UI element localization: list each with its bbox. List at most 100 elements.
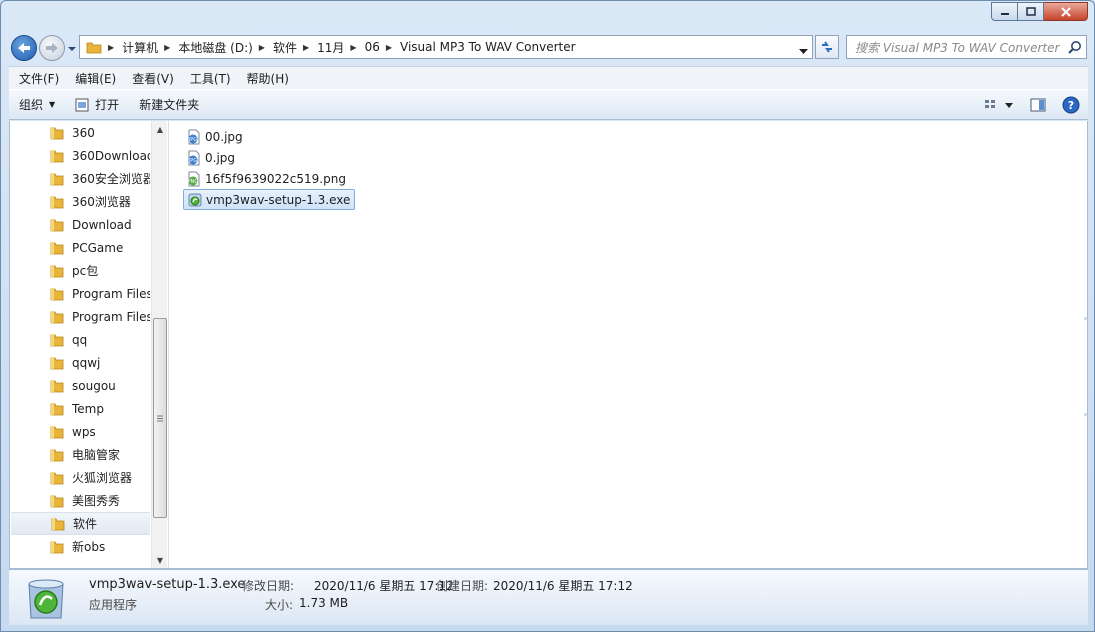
tree-item[interactable]: 360Download (10, 144, 150, 167)
tree-item[interactable]: Program Files (10, 305, 150, 328)
tree-item-label: 美图秀秀 (72, 494, 121, 508)
folder-icon (50, 241, 64, 255)
menu-tools[interactable]: 工具(T) (182, 67, 239, 89)
file-item[interactable]: PNG 16f5f9639022c519.png (183, 168, 350, 189)
details-modified-value: 2020/11/6 星期五 17:12 (314, 579, 454, 593)
caption-buttons (991, 2, 1088, 21)
tree-item[interactable]: 360 (10, 121, 150, 144)
tree-item[interactable]: 360安全浏览器 (10, 167, 150, 190)
explorer-window: ▶ 计算机 ▶ 本地磁盘 (D:) ▶ 软件 ▶ 11月 ▶ 06 ▶ Visu… (0, 0, 1095, 632)
details-created-label: 创建日期: (436, 579, 489, 593)
breadcrumb-separator-icon[interactable]: ▶ (160, 43, 176, 52)
tree-item-label: Program Files (72, 309, 150, 324)
file-item[interactable]: JPG 0.jpg (183, 147, 239, 168)
jpg-file-icon: JPG (186, 150, 202, 166)
view-options-button[interactable] (976, 90, 1022, 119)
arrow-left-icon (18, 43, 30, 53)
scroll-up-icon[interactable]: ▲ (152, 121, 168, 137)
open-icon (75, 98, 89, 112)
breadcrumb-separator-icon[interactable]: ▶ (104, 43, 120, 52)
details-file-kind: 应用程序 (89, 598, 138, 612)
breadcrumb-separator-icon[interactable]: ▶ (382, 43, 398, 52)
tree-item[interactable]: pc包 (10, 259, 150, 282)
breadcrumb-month[interactable]: 11月 (315, 36, 346, 58)
folder-icon (50, 379, 64, 393)
scroll-down-icon[interactable]: ▼ (152, 552, 168, 568)
folder-icon (50, 287, 64, 301)
tree-item-label: 360浏览器 (72, 195, 131, 209)
recent-pages-button[interactable] (67, 43, 77, 53)
tree-item[interactable]: qqwj (10, 351, 150, 374)
menu-file[interactable]: 文件(F) (11, 67, 67, 89)
maximize-button[interactable] (1018, 2, 1044, 21)
organize-button[interactable]: 组织 ▼ (9, 90, 65, 119)
address-bar[interactable]: ▶ 计算机 ▶ 本地磁盘 (D:) ▶ 软件 ▶ 11月 ▶ 06 ▶ Visu… (79, 35, 813, 59)
scroll-thumb[interactable] (153, 318, 167, 518)
menu-bar: 文件(F) 编辑(E) 查看(V) 工具(T) 帮助(H) (9, 66, 1088, 89)
tree-item-label: qqwj (72, 355, 101, 370)
tree-item[interactable]: qq (10, 328, 150, 351)
tree-item-selected[interactable]: 软件 (11, 512, 150, 535)
tree-item-label: 新obs (72, 540, 106, 554)
search-icon[interactable] (1064, 40, 1086, 54)
menu-help[interactable]: 帮助(H) (239, 67, 297, 89)
tree-item[interactable]: 360浏览器 (10, 190, 150, 213)
details-size-label: 大小: (265, 598, 294, 612)
file-item-selected[interactable]: vmp3wav-setup-1.3.exe (183, 189, 356, 210)
close-icon (1060, 6, 1071, 17)
tree-item[interactable]: sougou (10, 374, 150, 397)
menu-edit[interactable]: 编辑(E) (67, 67, 124, 89)
tree-item[interactable]: wps (10, 420, 150, 443)
breadcrumb-day[interactable]: 06 (363, 36, 382, 58)
folder-icon (50, 540, 64, 554)
command-bar: 组织 ▼ 打开 新建文件夹 ? (9, 89, 1088, 120)
breadcrumb-current-folder[interactable]: Visual MP3 To WAV Converter (398, 36, 578, 58)
new-folder-button[interactable]: 新建文件夹 (129, 90, 209, 119)
help-button[interactable]: ? (1054, 90, 1088, 119)
nav-scrollbar[interactable]: ▲ ▼ (151, 121, 167, 568)
file-item[interactable]: JPG 00.jpg (183, 126, 247, 147)
file-name: 00.jpg (205, 129, 243, 144)
forward-button[interactable] (39, 35, 65, 61)
tree-item[interactable]: Download (10, 213, 150, 236)
breadcrumb-separator-icon[interactable]: ▶ (255, 43, 271, 52)
tree-item[interactable]: PCGame (10, 236, 150, 259)
folder-icon (50, 402, 64, 416)
search-input[interactable]: 搜索 Visual MP3 To WAV Converter (855, 39, 1064, 56)
folder-icon (50, 149, 64, 163)
breadcrumb-software[interactable]: 软件 (271, 36, 299, 58)
tree-item[interactable]: Program Files (10, 282, 150, 305)
open-button[interactable]: 打开 (65, 90, 129, 119)
tree-item-label: wps (72, 424, 96, 439)
breadcrumb-drive[interactable]: 本地磁盘 (D:) (176, 36, 254, 58)
address-dropdown-icon[interactable] (799, 44, 808, 58)
grip-dot (1084, 413, 1087, 416)
breadcrumb-separator-icon[interactable]: ▶ (346, 43, 362, 52)
close-button[interactable] (1044, 2, 1088, 21)
menu-view[interactable]: 查看(V) (124, 67, 182, 89)
back-button[interactable] (11, 35, 37, 61)
refresh-icon (822, 41, 832, 53)
installer-large-icon (25, 576, 67, 625)
tree-item[interactable]: 美图秀秀 (10, 489, 150, 512)
folder-icon (50, 218, 64, 232)
tree-item[interactable]: 火狐浏览器 (10, 466, 150, 489)
breadcrumb-computer[interactable]: 计算机 (120, 36, 160, 58)
tree-item-label: Temp (72, 401, 104, 416)
preview-pane-button[interactable] (1022, 90, 1054, 119)
navigation-pane: 360 360Download 360安全浏览器 360浏览器 Download… (10, 121, 168, 568)
breadcrumb-separator-icon[interactable]: ▶ (299, 43, 315, 52)
tree-item[interactable]: 电脑管家 (10, 443, 150, 466)
folder-icon (50, 448, 64, 462)
tree-item[interactable]: 新obs (10, 535, 150, 558)
refresh-button[interactable] (815, 35, 839, 59)
tree-item-label: 火狐浏览器 (72, 471, 133, 485)
folder-icon (50, 425, 64, 439)
jpg-file-icon: JPG (186, 129, 202, 145)
search-box[interactable]: 搜索 Visual MP3 To WAV Converter (846, 35, 1087, 59)
folder-icon (50, 471, 64, 485)
minimize-button[interactable] (991, 2, 1018, 21)
svg-text:JPG: JPG (188, 158, 197, 164)
tree-item-label: qq (72, 332, 88, 347)
tree-item[interactable]: Temp (10, 397, 150, 420)
